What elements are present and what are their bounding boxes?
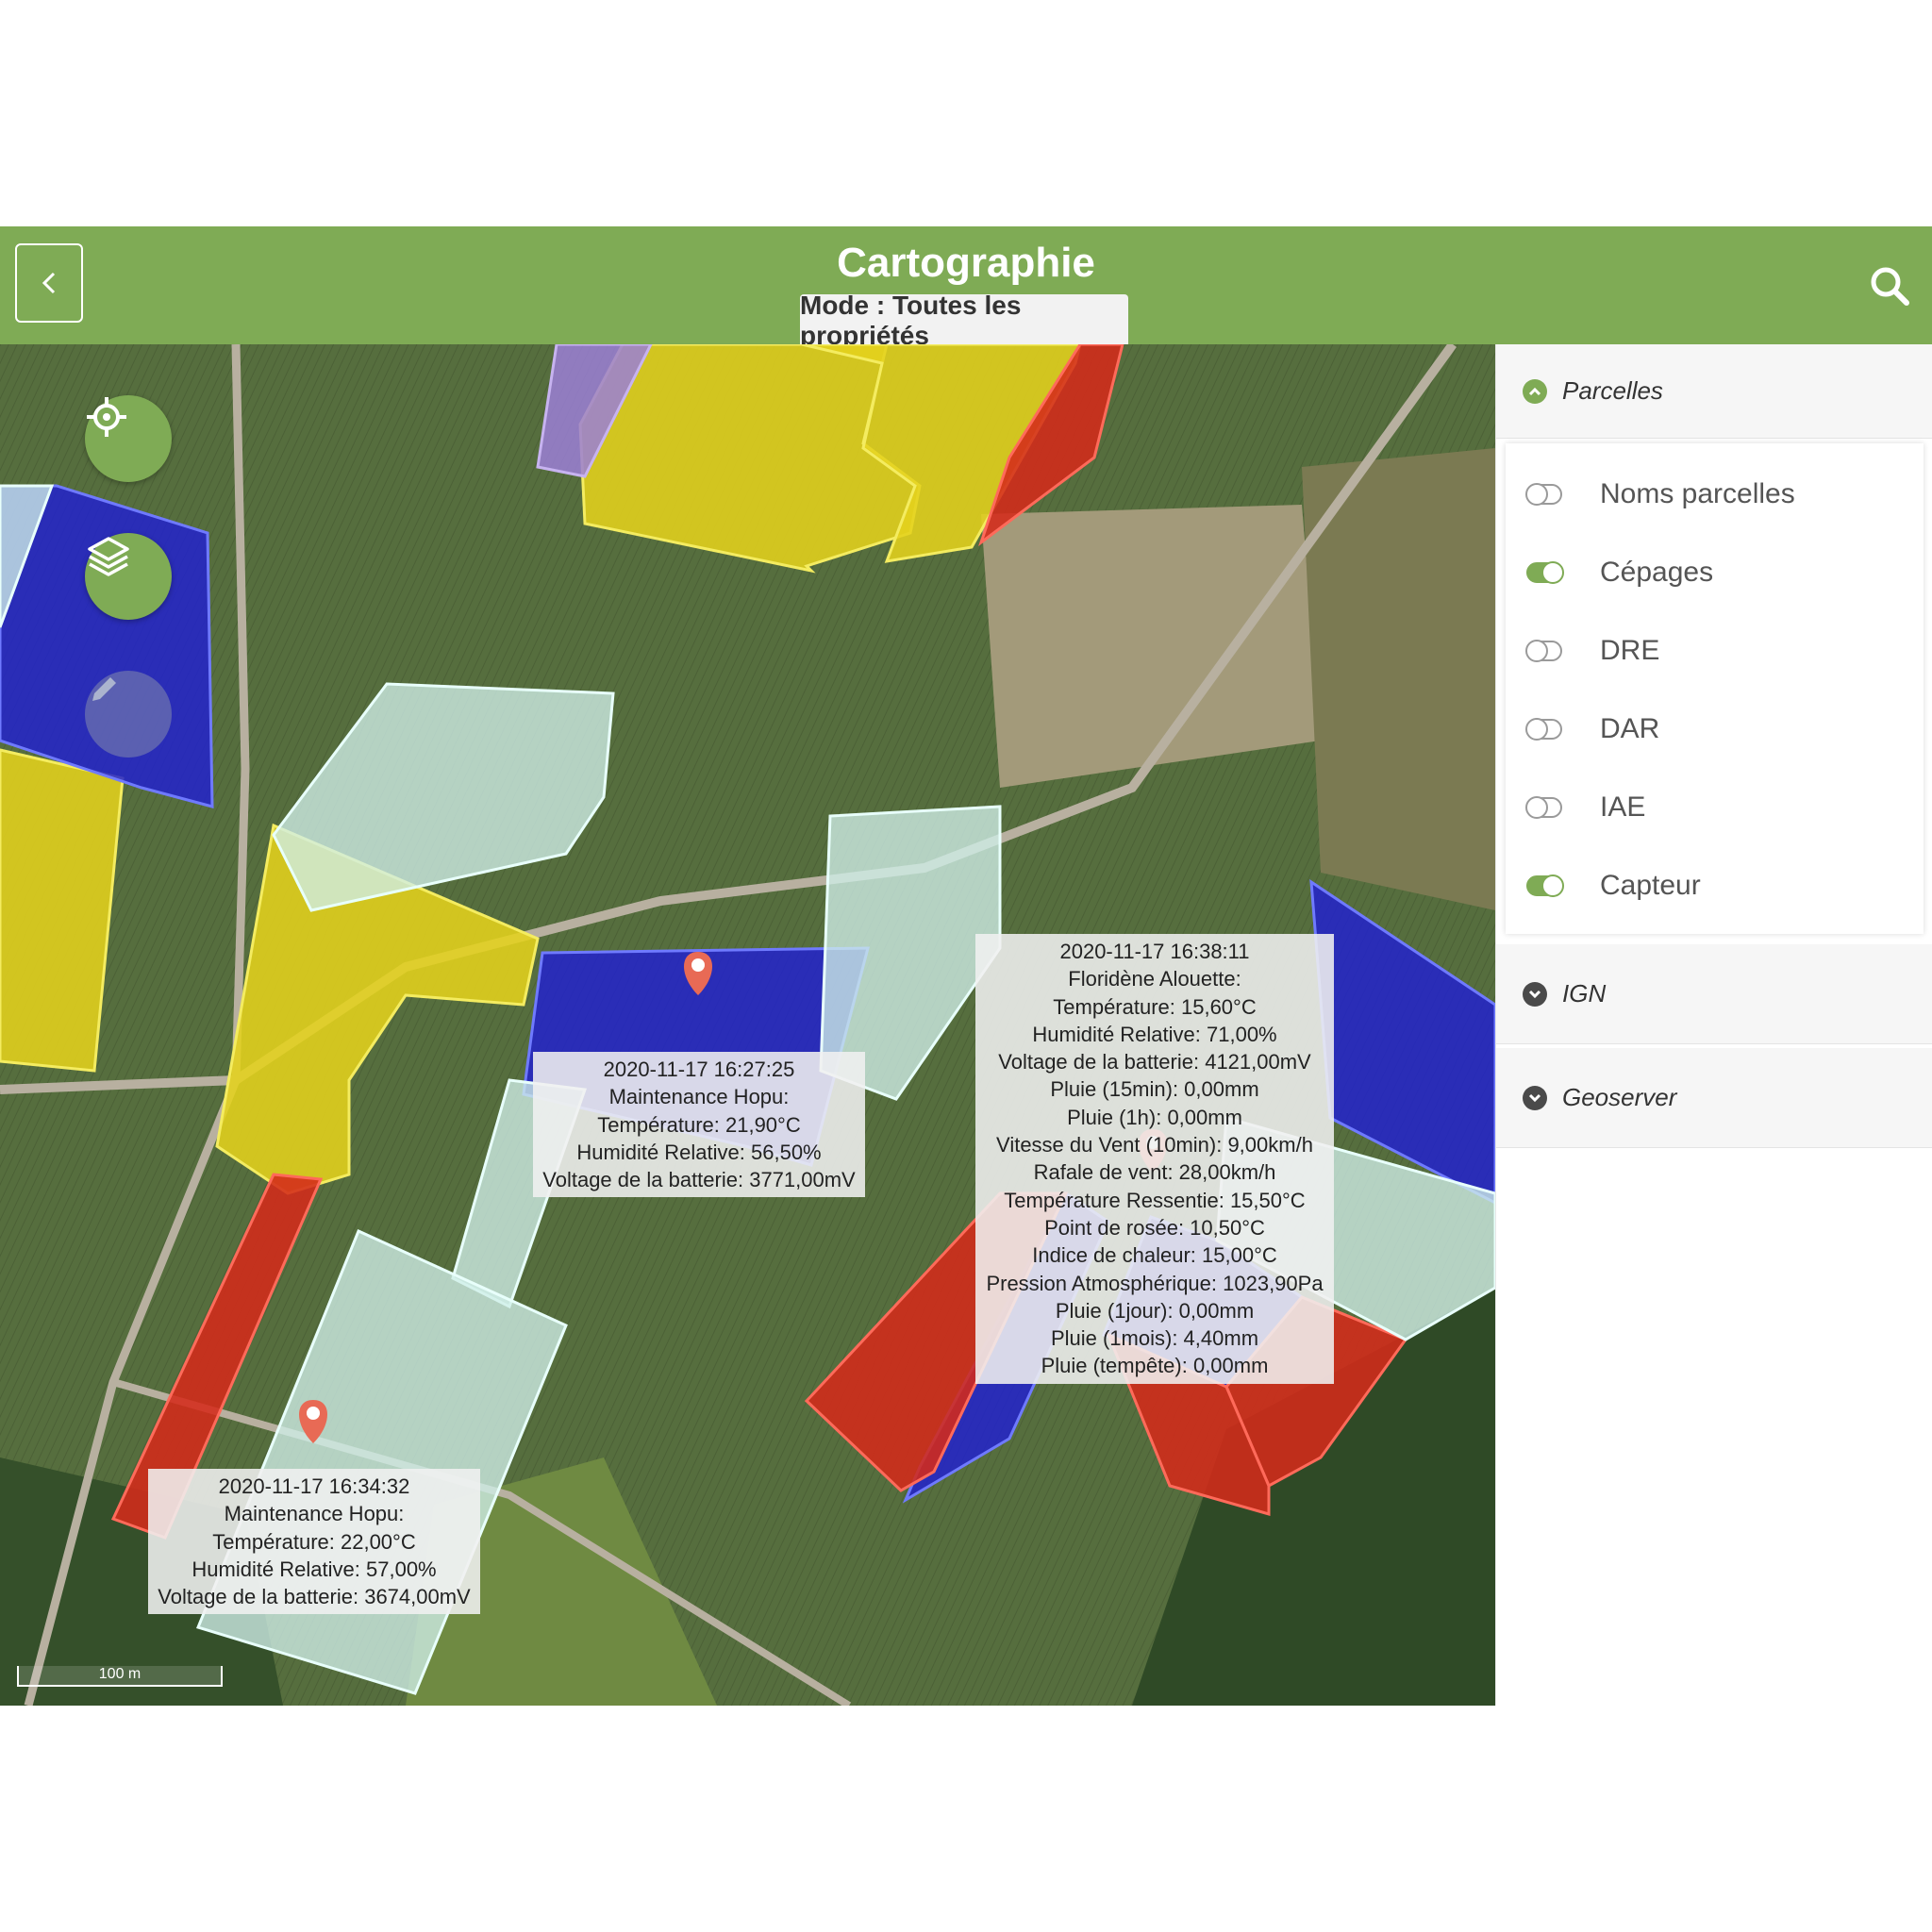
chevron-down-icon xyxy=(1523,981,1547,1007)
sensor-popup: 2020-11-17 16:38:11 Floridène Alouette: … xyxy=(975,934,1334,1384)
page-title: Cartographie xyxy=(837,240,1095,286)
parcelles-layer-list: Noms parcelles Cépages DRE DAR IAE Capte… xyxy=(1506,443,1924,934)
field-bare xyxy=(981,505,1321,788)
popup-timestamp: 2020-11-17 16:27:25 xyxy=(603,1058,795,1081)
layer-label: Capteur xyxy=(1600,870,1701,901)
popup-line: Pression Atmosphérique: 1023,90Pa xyxy=(986,1271,1324,1295)
layer-label: IAE xyxy=(1600,791,1646,823)
popup-line: Température Ressentie: 15,50°C xyxy=(1004,1188,1306,1212)
popup-line: Température: 22,00°C xyxy=(212,1529,416,1554)
sensor-popup: 2020-11-17 16:27:25 Maintenance Hopu: Te… xyxy=(533,1052,865,1198)
popup-sensor-name: Floridène Alouette: xyxy=(1068,967,1241,991)
popup-line: Température: 15,60°C xyxy=(1053,994,1257,1019)
toggle-switch[interactable] xyxy=(1526,561,1564,584)
top-bar: Cartographie Mode : Toutes les propriété… xyxy=(0,226,1932,350)
layer-item-noms-parcelles[interactable]: Noms parcelles xyxy=(1506,455,1924,534)
popup-line: Vitesse du Vent (10min): 9,00km/h xyxy=(996,1133,1313,1158)
section-ign[interactable]: IGN xyxy=(1496,944,1932,1044)
popup-line: Voltage de la batterie: 4121,00mV xyxy=(998,1050,1311,1074)
section-title: Geoserver xyxy=(1562,1083,1677,1111)
toggle-switch[interactable] xyxy=(1526,874,1564,897)
layer-label: DRE xyxy=(1600,635,1660,666)
section-title: IGN xyxy=(1562,979,1607,1008)
locate-button[interactable] xyxy=(85,395,172,482)
popup-timestamp: 2020-11-17 16:34:32 xyxy=(218,1474,410,1498)
popup-line: Température: 21,90°C xyxy=(597,1112,801,1137)
toggle-switch[interactable] xyxy=(1525,640,1562,662)
section-geoserver[interactable]: Geoserver xyxy=(1496,1048,1932,1148)
layer-item-cepages[interactable]: Cépages xyxy=(1506,533,1924,612)
popup-timestamp: 2020-11-17 16:38:11 xyxy=(1059,940,1250,963)
chevron-down-icon xyxy=(1523,1085,1547,1110)
crosshair-icon xyxy=(87,397,126,437)
toggle-switch[interactable] xyxy=(1525,483,1562,506)
layers-icon xyxy=(88,537,129,576)
popup-line: Pluie (1jour): 0,00mm xyxy=(1055,1298,1255,1323)
layer-label: Noms parcelles xyxy=(1600,478,1795,509)
layer-item-capteur[interactable]: Capteur xyxy=(1506,846,1924,925)
popup-sensor-name: Maintenance Hopu: xyxy=(608,1085,790,1109)
popup-line: Voltage de la batterie: 3674,00mV xyxy=(158,1585,471,1609)
layer-item-dar[interactable]: DAR xyxy=(1506,690,1924,769)
popup-line: Pluie (1mois): 4,40mm xyxy=(1050,1326,1259,1351)
section-title: Parcelles xyxy=(1562,376,1663,405)
search-button[interactable] xyxy=(1868,264,1911,308)
map-view[interactable]: 2020-11-17 16:27:25 Maintenance Hopu: Te… xyxy=(0,344,1495,1706)
popup-line: Indice de chaleur: 15,00°C xyxy=(1032,1243,1277,1268)
popup-line: Rafale de vent: 28,00km/h xyxy=(1033,1160,1276,1185)
sensor-popup: 2020-11-17 16:34:32 Maintenance Hopu: Te… xyxy=(148,1469,480,1615)
edit-button[interactable] xyxy=(85,671,172,758)
popup-line: Humidité Relative: 57,00% xyxy=(192,1557,437,1581)
popup-line: Point de rosée: 10,50°C xyxy=(1044,1215,1265,1240)
layers-button[interactable] xyxy=(85,533,172,620)
layer-item-dre[interactable]: DRE xyxy=(1506,611,1924,691)
popup-line: Voltage de la batterie: 3771,00mV xyxy=(542,1168,856,1192)
layers-sidebar: Parcelles Noms parcelles Cépages DRE DAR xyxy=(1495,344,1932,1706)
pencil-icon xyxy=(92,677,116,701)
scale-bar: 100 m xyxy=(17,1666,223,1687)
popup-line: Pluie (tempête): 0,00mm xyxy=(1041,1354,1269,1378)
mode-indicator[interactable]: Mode : Toutes les propriétés xyxy=(800,291,1128,350)
app-window: Cartographie Mode : Toutes les propriété… xyxy=(0,226,1932,1706)
layer-item-iae[interactable]: IAE xyxy=(1506,768,1924,847)
popup-line: Humidité Relative: 56,50% xyxy=(576,1140,822,1164)
popup-line: Pluie (15min): 0,00mm xyxy=(1050,1077,1259,1102)
search-icon xyxy=(1871,267,1909,306)
popup-line: Humidité Relative: 71,00% xyxy=(1032,1022,1277,1046)
toggle-switch[interactable] xyxy=(1525,718,1562,741)
layer-label: Cépages xyxy=(1600,557,1714,588)
chevron-up-icon xyxy=(1523,378,1547,404)
section-parcelles[interactable]: Parcelles xyxy=(1496,344,1932,439)
toggle-switch[interactable] xyxy=(1525,796,1562,819)
popup-sensor-name: Maintenance Hopu: xyxy=(224,1502,405,1526)
popup-line: Pluie (1h): 0,00mm xyxy=(1067,1105,1242,1129)
layer-label: DAR xyxy=(1600,713,1660,744)
